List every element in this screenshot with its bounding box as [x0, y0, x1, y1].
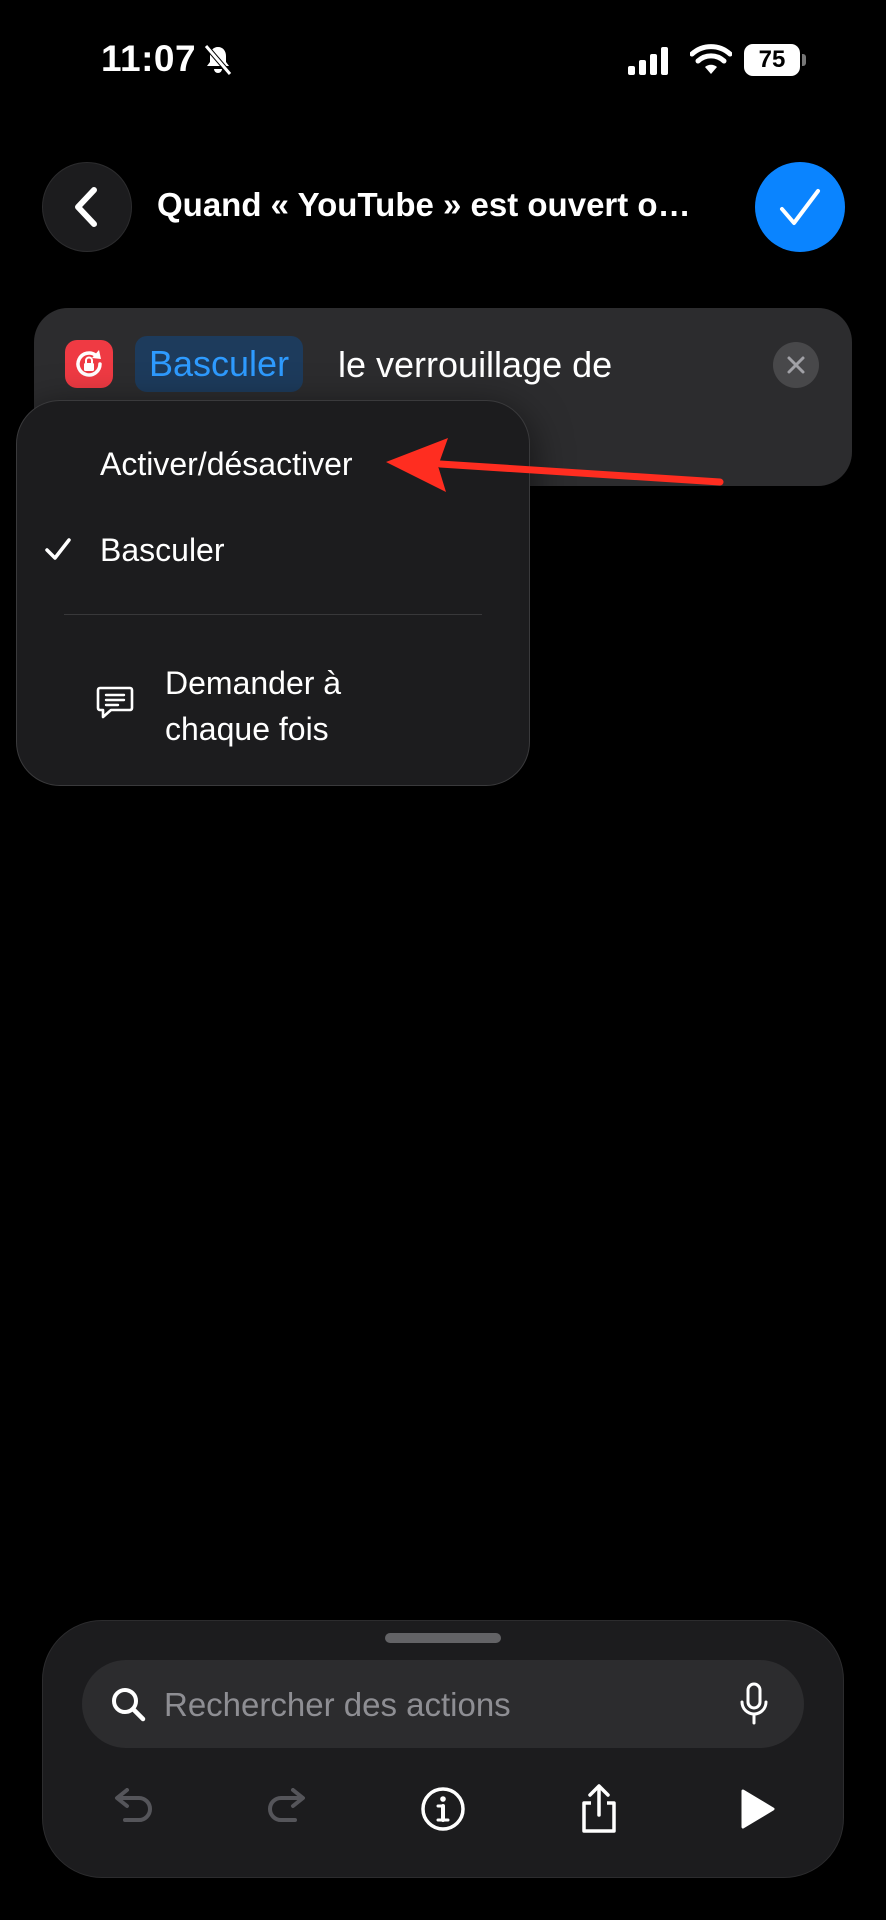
done-button[interactable]	[755, 162, 845, 252]
bell-slash-icon	[204, 44, 232, 76]
info-button[interactable]	[416, 1782, 470, 1836]
page-title: Quand « YouTube » est ouvert o…	[157, 186, 691, 223]
action-description: le verrouillage de	[338, 344, 613, 385]
microphone-icon[interactable]	[738, 1682, 770, 1726]
annotation-arrow-icon	[386, 438, 724, 492]
close-icon	[787, 356, 805, 374]
ask-label-line2: chaque fois	[165, 711, 329, 747]
remove-action-button[interactable]	[773, 342, 819, 388]
battery-tip	[802, 54, 806, 66]
redo-button[interactable]	[262, 1782, 316, 1836]
ask-label-line1: Demander à	[165, 665, 342, 701]
wifi-icon	[690, 44, 732, 74]
battery-level: 75	[744, 44, 800, 76]
chevron-left-icon	[75, 187, 97, 227]
share-icon	[582, 1784, 616, 1833]
menu-divider	[64, 614, 482, 615]
cellular-signal-icon	[628, 47, 668, 75]
checkmark-icon	[780, 189, 820, 225]
sheet-grabber[interactable]	[385, 1633, 501, 1643]
menu-item-activer-desactiver[interactable]: Activer/désactiver	[100, 446, 353, 483]
share-button[interactable]	[572, 1782, 626, 1836]
chat-bubble-icon	[96, 686, 134, 719]
search-icon	[112, 1688, 146, 1722]
redo-icon	[268, 1788, 305, 1822]
play-icon	[741, 1789, 775, 1829]
search-placeholder: Rechercher des actions	[164, 1686, 511, 1723]
menu-item-basculer[interactable]: Basculer	[100, 532, 225, 569]
operation-token[interactable]: Basculer	[135, 336, 304, 392]
run-button[interactable]	[730, 1782, 784, 1836]
undo-icon	[115, 1788, 152, 1822]
battery-indicator: 75	[744, 44, 808, 76]
status-time: 11:07	[101, 38, 197, 79]
checkmark-icon	[45, 538, 71, 560]
menu-item-ask-each-time[interactable]: Demander à chaque fois	[165, 660, 425, 752]
back-button[interactable]	[42, 162, 132, 252]
rotation-lock-icon	[65, 340, 113, 388]
bottom-panel	[42, 1620, 844, 1878]
undo-button[interactable]	[104, 1782, 158, 1836]
info-icon	[421, 1787, 465, 1831]
